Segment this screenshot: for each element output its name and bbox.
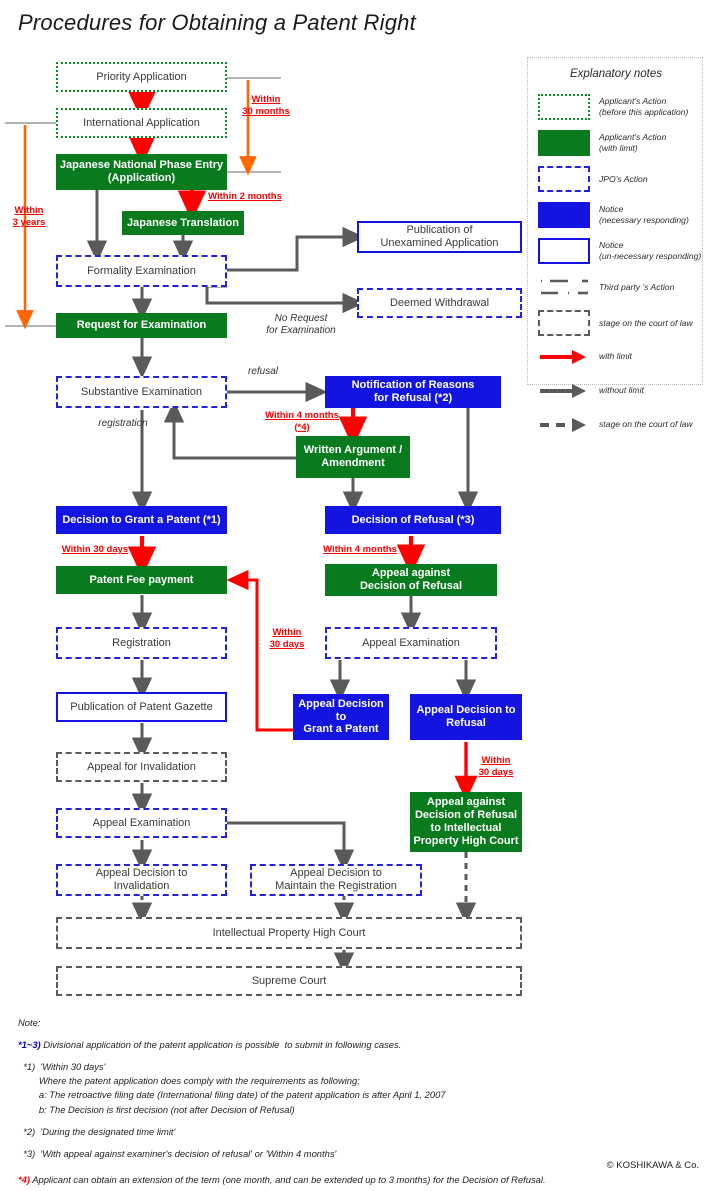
box-appeal-examination-lower[interactable]: Appeal Examination: [56, 808, 227, 838]
label-within-30-days-grant: Within 30 days: [61, 544, 129, 555]
box-supreme-court[interactable]: Supreme Court: [56, 966, 522, 996]
box-international-application[interactable]: International Application: [56, 108, 227, 138]
box-formality-examination[interactable]: Formality Examination: [56, 255, 227, 287]
legend-item-arrow-without-limit: without limit: [538, 380, 704, 406]
note-star4-text: Applicant can obtain an extension of the…: [29, 1173, 546, 1185]
legend-item-applicant-action-before: Applicant's Action (before this applicat…: [538, 94, 704, 120]
note-star13: *1~3) Divisional application of the pate…: [18, 1038, 698, 1052]
legend-label: Notice (necessary responding): [599, 204, 689, 225]
note-star1-l4: b: The Decision is first decision (not a…: [18, 1103, 295, 1115]
box-appeal-examination-upper[interactable]: Appeal Examination: [325, 627, 497, 659]
box-japanese-translation[interactable]: Japanese Translation: [122, 211, 244, 235]
box-registration[interactable]: Registration: [56, 627, 227, 659]
box-decision-to-grant-a-patent[interactable]: Decision to Grant a Patent (*1): [56, 506, 227, 534]
legend-item-arrow-with-limit: with limit: [538, 346, 704, 372]
note-star4-mark: *4): [18, 1173, 30, 1185]
box-priority-application[interactable]: Priority Application: [56, 62, 227, 92]
note-star3: *3) 'With appeal against examiner's deci…: [18, 1147, 337, 1159]
stage-court-swatch-icon: [538, 310, 590, 336]
arrow-stage-court-icon: [538, 414, 590, 440]
box-appeal-against-decision-to-ip-high-court[interactable]: Appeal against Decision of Refusal to In…: [410, 792, 522, 852]
arrow-with-limit-icon: [538, 346, 590, 372]
legend-panel: Explanatory notes Applicant's Action (be…: [527, 57, 704, 432]
jpo-action-swatch-icon: [538, 166, 590, 192]
box-appeal-decision-to-grant-a-patent[interactable]: Appeal Decision to Grant a Patent: [293, 694, 389, 740]
box-appeal-decision-to-maintain-the-registration[interactable]: Appeal Decision to Maintain the Registra…: [250, 864, 422, 896]
note-star13-text: Divisional application of the patent app…: [40, 1039, 402, 1051]
legend-label: stage on the court of law: [599, 318, 693, 328]
note-star4: *4) Applicant can obtain an extension of…: [18, 1173, 698, 1187]
applicant-limit-swatch-icon: [538, 130, 590, 156]
label-within-30-months: Within 30 months: [242, 94, 290, 117]
legend-item-notice-unnecessary: Notice (un-necessary responding): [538, 238, 704, 264]
legend-label: Applicant's Action (with limit): [599, 132, 667, 153]
third-party-swatch-icon: [538, 274, 590, 300]
label-no-request-for-examination: No Request for Examination: [266, 313, 336, 337]
box-patent-fee-payment[interactable]: Patent Fee payment: [56, 566, 227, 594]
label-within-2-months: Within 2 months: [208, 191, 282, 202]
legend-label: Applicant's Action (before this applicat…: [599, 96, 689, 117]
arrow-without-limit-icon: [538, 380, 590, 406]
note-star1-l1: *1) 'Within 30 days': [18, 1061, 106, 1073]
legend-label: Notice (un-necessary responding): [599, 240, 702, 261]
legend-label: with limit: [599, 351, 632, 361]
notes-block: Note: *1~3) Divisional application of th…: [18, 1016, 698, 1187]
legend-item-notice-necessary: Notice (necessary responding): [538, 202, 704, 228]
label-within-30-days-court: Within 30 days: [478, 755, 514, 778]
copyright: © KOSHIKAWA & Co.: [606, 1160, 699, 1171]
page-title: Procedures for Obtaining a Patent Right: [18, 10, 416, 35]
notice-necessary-swatch-icon: [538, 202, 590, 228]
label-registration-edge: registration: [98, 418, 148, 429]
applicant-before-swatch-icon: [538, 94, 590, 120]
legend-item-arrow-stage-court: stage on the court of law: [538, 414, 704, 440]
legend-item-third-party-action: Third party 's Action: [538, 274, 704, 300]
box-deemed-withdrawal[interactable]: Deemed Withdrawal: [357, 288, 522, 318]
legend-label: stage on the court of law: [599, 419, 693, 429]
box-japanese-national-phase-entry[interactable]: Japanese National Phase Entry (Applicati…: [56, 154, 227, 190]
legend-label: without limit: [599, 385, 644, 395]
label-within-30-days-loop: Within 30 days: [269, 627, 305, 650]
box-written-argument-amendment[interactable]: Written Argument / Amendment: [296, 436, 410, 478]
diagram-canvas: Procedures for Obtaining a Patent Right: [0, 0, 709, 1191]
box-appeal-decision-to-refusal[interactable]: Appeal Decision to Refusal: [410, 694, 522, 740]
note-heading: Note:: [18, 1017, 41, 1028]
legend-title: Explanatory notes: [569, 68, 663, 80]
note-star1-l3: a: The retroactive filing date (Internat…: [18, 1089, 446, 1101]
box-appeal-decision-to-invalidation[interactable]: Appeal Decision to Invalidation: [56, 864, 227, 896]
label-within-4-months-4: Within 4 months (*4): [265, 410, 339, 433]
notice-unnecessary-swatch-icon: [538, 238, 590, 264]
legend-label: JPO's Action: [599, 174, 648, 184]
box-publication-of-patent-gazette[interactable]: Publication of Patent Gazette: [56, 692, 227, 722]
legend-label: Third party 's Action: [599, 282, 675, 292]
label-within-4-months-refusal: Within 4 months: [323, 544, 397, 555]
legend-item-stage-court-box: stage on the court of law: [538, 310, 704, 336]
box-intellectual-property-high-court[interactable]: Intellectual Property High Court: [56, 917, 522, 949]
box-decision-of-refusal[interactable]: Decision of Refusal (*3): [325, 506, 501, 534]
legend-item-jpo-action: JPO's Action: [538, 166, 704, 192]
box-appeal-against-decision-of-refusal[interactable]: Appeal against Decision of Refusal: [325, 564, 497, 596]
note-star1-l2: Where the patent application does comply…: [18, 1075, 360, 1087]
box-notification-of-reasons-for-refusal[interactable]: Notification of Reasons for Refusal (*2): [325, 376, 501, 408]
box-publication-of-unexamined-application[interactable]: Publication of Unexamined Application: [357, 221, 522, 253]
label-within-3-years: Within 3 years: [12, 205, 46, 228]
box-request-for-examination[interactable]: Request for Examination: [56, 313, 227, 338]
note-star2: *2) 'During the designated time limit': [18, 1125, 176, 1137]
box-substantive-examination[interactable]: Substantive Examination: [56, 376, 227, 408]
label-refusal: refusal: [247, 366, 278, 377]
box-appeal-for-invalidation[interactable]: Appeal for Invalidation: [56, 752, 227, 782]
legend-item-applicant-action-limit: Applicant's Action (with limit): [538, 130, 704, 156]
note-star13-mark: *1~3): [18, 1039, 41, 1051]
